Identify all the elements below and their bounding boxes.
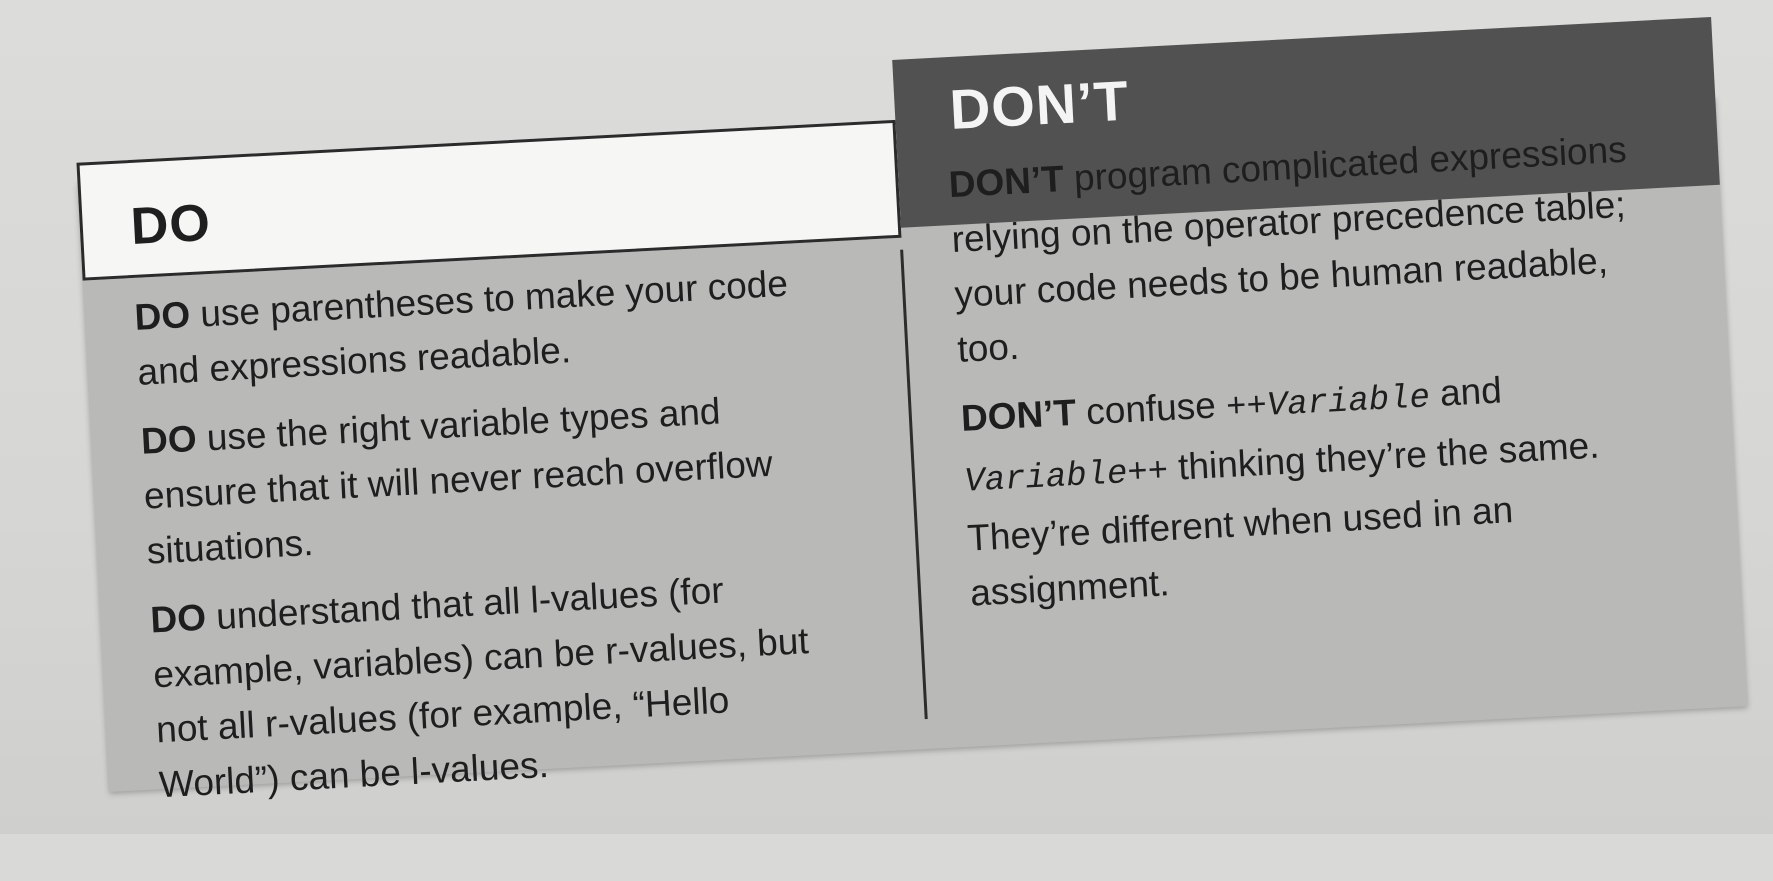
- dont-item: DON’T confuse ++Variable and Variable++ …: [960, 353, 1691, 620]
- do-item: DO use parentheses to make your code and…: [133, 253, 838, 399]
- column-divider: [900, 249, 928, 720]
- do-column: DO use parentheses to make your code and…: [133, 253, 860, 826]
- do-keyword: DO: [140, 417, 198, 462]
- dont-header-label: DON’T: [948, 68, 1131, 141]
- dont-item-text: confuse: [1074, 383, 1228, 433]
- do-item-text: understand that all l-values (for exampl…: [152, 569, 810, 806]
- do-header-label: DO: [129, 193, 213, 256]
- dont-item-text: thinking they’re the same. They’re diffe…: [966, 424, 1601, 614]
- do-dont-box: DON’T DO DO use parentheses to make your…: [76, 17, 1748, 805]
- dont-keyword: DON’T: [959, 391, 1078, 439]
- do-keyword: DO: [133, 294, 192, 338]
- tilted-page: DON’T DO DO use parentheses to make your…: [0, 0, 1773, 881]
- dont-keyword: DON’T: [947, 158, 1065, 206]
- code-post-increment: Variable++: [963, 453, 1170, 502]
- dont-column: DON’T program complicated expressions re…: [947, 120, 1691, 635]
- do-item: DO understand that all l-values (for exa…: [149, 556, 860, 812]
- do-item-text: use the right variable types and ensure …: [142, 390, 774, 572]
- dont-item-text: and: [1428, 369, 1503, 415]
- dont-item: DON’T program complicated expressions re…: [947, 120, 1678, 377]
- do-item: DO use the right variable types and ensu…: [140, 377, 848, 578]
- do-keyword: DO: [149, 596, 207, 641]
- do-item-text: use parentheses to make your code and ex…: [136, 262, 789, 393]
- code-pre-increment: ++Variable: [1225, 379, 1431, 428]
